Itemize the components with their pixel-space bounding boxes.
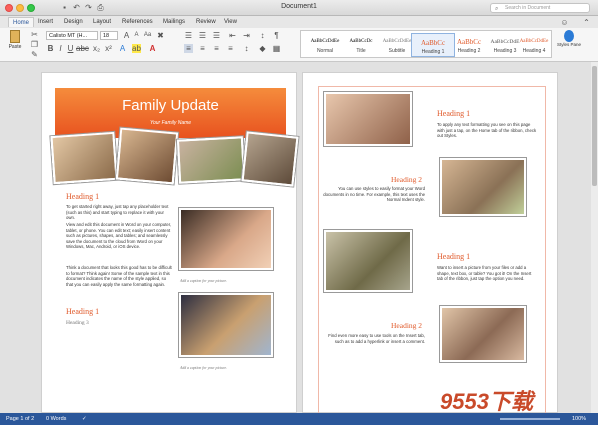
copy-icon[interactable]: ❐	[30, 40, 39, 49]
subscript-icon[interactable]: x₂	[92, 44, 101, 53]
superscript-icon[interactable]: x²	[104, 44, 113, 53]
search-input[interactable]: ⌕ Search in Document	[490, 3, 590, 13]
tab-home[interactable]: Home	[8, 17, 35, 27]
vertical-scrollbar[interactable]	[591, 62, 598, 413]
text-effects-icon[interactable]: A	[118, 44, 127, 53]
photo-couple[interactable]	[324, 230, 412, 292]
page2-paragraph-4[interactable]: Find even more easy to use tools on the …	[323, 333, 425, 344]
line-spacing-icon[interactable]: ↕	[242, 44, 251, 53]
page2-paragraph-1[interactable]: To apply any text formatting you see on …	[437, 122, 537, 139]
ribbon: Paste ✂ ❐ ✎ Calisto MT (H... 18 A A Aa ✖…	[0, 28, 598, 62]
tab-view[interactable]: View	[220, 17, 241, 27]
styles-pane-label: Styles Pane	[556, 42, 581, 47]
page2-paragraph-3[interactable]: Want to insert a picture from your files…	[437, 265, 537, 282]
heading-1[interactable]: Heading 1	[66, 192, 99, 201]
tab-layout[interactable]: Layout	[89, 17, 115, 27]
paragraph-3[interactable]: Think a document that looks this good ha…	[66, 265, 172, 287]
styles-pane-button[interactable]: Styles Pane	[556, 30, 582, 47]
graduates-photo[interactable]	[179, 293, 273, 357]
paste-button[interactable]: Paste	[6, 30, 24, 51]
photo-boy[interactable]	[440, 158, 526, 216]
page2-heading-2b[interactable]: Heading 2	[391, 321, 422, 330]
title-banner: Family Update Your Family Name	[55, 88, 286, 138]
heading-3[interactable]: Heading 3	[66, 320, 89, 326]
cut-icon[interactable]: ✂	[30, 30, 39, 39]
show-marks-icon[interactable]: ¶	[272, 31, 281, 40]
bold-icon[interactable]: B	[46, 44, 55, 53]
style-heading-4[interactable]: AaBbCcDdEe Heading 4	[517, 33, 551, 57]
search-icon: ⌕	[495, 6, 499, 12]
tab-design[interactable]: Design	[60, 17, 87, 27]
font-name-select[interactable]: Calisto MT (H...	[46, 31, 98, 40]
decrease-indent-icon[interactable]: ⇤	[228, 31, 237, 40]
collage-photo-1[interactable]	[50, 131, 118, 185]
page2-heading-2a[interactable]: Heading 2	[391, 175, 422, 184]
italic-icon[interactable]: I	[56, 44, 65, 53]
tab-insert[interactable]: Insert	[34, 17, 57, 27]
paragraph-2[interactable]: View and edit this document in Word on y…	[66, 222, 172, 250]
banner-title: Family Update	[122, 97, 219, 114]
align-left-icon[interactable]: ≡	[184, 44, 193, 53]
caption-1[interactable]: Add a caption for your picture.	[180, 279, 227, 283]
paragraph-1[interactable]: To get started right away, just tap any …	[66, 204, 172, 221]
style-name: Heading 4	[522, 48, 546, 54]
bullets-icon[interactable]: ☰	[184, 31, 193, 40]
baby-photo[interactable]	[179, 208, 273, 270]
chevron-up-icon[interactable]: ⌃	[582, 18, 591, 27]
page2-heading-1a[interactable]: Heading 1	[437, 109, 470, 118]
photo-girl[interactable]	[440, 306, 526, 362]
search-placeholder: Search in Document	[505, 5, 551, 11]
change-case-icon[interactable]: Aa	[143, 31, 152, 40]
borders-icon[interactable]: ▦	[272, 44, 281, 53]
strikethrough-icon[interactable]: abc	[76, 44, 89, 53]
shading-icon[interactable]: ◆	[258, 44, 267, 53]
collage-photo-4[interactable]	[241, 131, 299, 187]
format-painter-icon[interactable]: ✎	[30, 50, 39, 59]
justify-icon[interactable]: ≡	[226, 44, 235, 53]
proofing-icon[interactable]: ✓	[82, 413, 87, 425]
collage-photo-2[interactable]	[115, 127, 179, 185]
tab-references[interactable]: References	[118, 17, 157, 27]
page2-heading-1b[interactable]: Heading 1	[437, 252, 470, 261]
style-preview: AaBbCcDdEe	[519, 39, 549, 44]
title-bar: ▪ ↶ ↷ ⎙ Document1 ⌕ Search in Document	[0, 0, 598, 16]
underline-icon[interactable]: U	[66, 44, 75, 53]
sort-icon[interactable]: ↕	[258, 31, 267, 40]
font-size-select[interactable]: 18	[100, 31, 118, 40]
multilevel-list-icon[interactable]: ☰	[212, 31, 221, 40]
zoom-level[interactable]: 100%	[572, 413, 586, 425]
photo-laughing-woman[interactable]	[324, 92, 412, 146]
clipboard-icon	[10, 30, 20, 43]
heading-1-second[interactable]: Heading 1	[66, 307, 99, 316]
tab-review[interactable]: Review	[192, 17, 220, 27]
align-center-icon[interactable]: ≡	[198, 44, 207, 53]
watermark-logo: 9553下载	[440, 389, 533, 414]
word-count[interactable]: 0 Words	[46, 413, 66, 425]
styles-gallery: AaBbCcDdEe Normal AaBbCcDc Title AaBbCcD…	[300, 30, 552, 58]
highlight-icon[interactable]: ab	[132, 44, 141, 53]
banner-subtitle: Your Family Name	[149, 120, 192, 126]
paste-label: Paste	[8, 44, 22, 50]
scrollbar-thumb[interactable]	[592, 66, 597, 186]
clear-formatting-icon[interactable]: ✖	[156, 31, 165, 40]
caption-2[interactable]: Add a caption for your picture.	[180, 366, 227, 370]
styles-pane-icon	[564, 30, 574, 42]
increase-indent-icon[interactable]: ⇥	[242, 31, 251, 40]
page-count[interactable]: Page 1 of 2	[6, 413, 34, 425]
grow-font-icon[interactable]: A	[122, 31, 131, 40]
align-right-icon[interactable]: ≡	[212, 44, 221, 53]
collage-photo-3[interactable]	[176, 136, 246, 184]
smiley-feedback-icon[interactable]: ☺	[560, 18, 569, 27]
shrink-font-icon[interactable]: A	[132, 31, 141, 40]
font-color-icon[interactable]: A	[148, 44, 157, 53]
ribbon-tabs: Home Insert Design Layout References Mai…	[0, 16, 598, 28]
zoom-slider[interactable]	[500, 418, 560, 420]
tab-mailings[interactable]: Mailings	[159, 17, 189, 27]
page2-paragraph-2[interactable]: You can use styles to easily format your…	[323, 186, 425, 203]
numbering-icon[interactable]: ☰	[198, 31, 207, 40]
